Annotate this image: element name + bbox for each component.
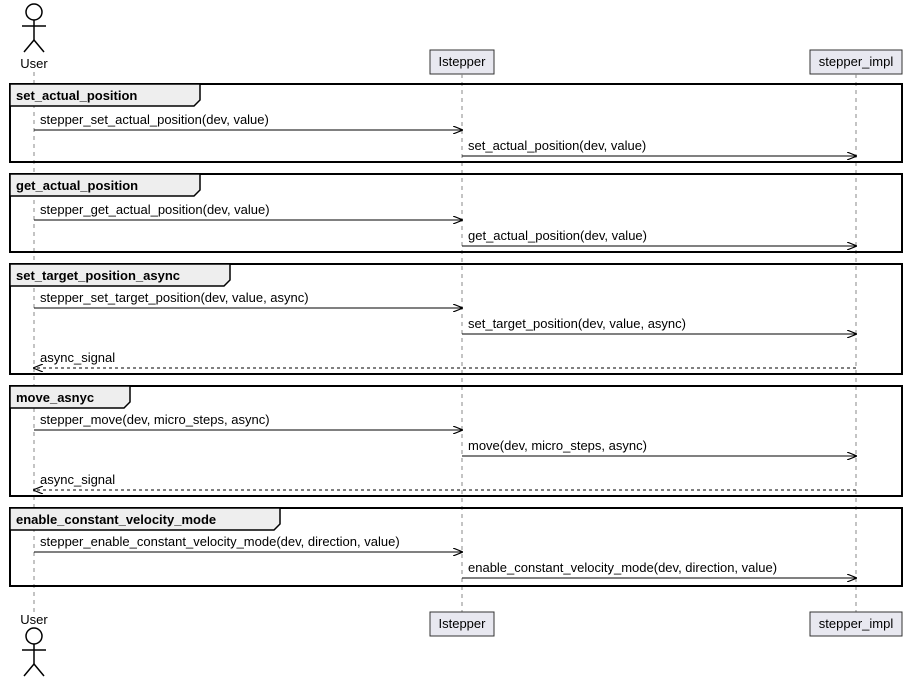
msg-label: move(dev, micro_steps, async): [468, 438, 647, 453]
svg-text:Istepper: Istepper: [439, 616, 487, 631]
msg-label: stepper_set_actual_position(dev, value): [40, 112, 269, 127]
svg-text:stepper_impl: stepper_impl: [819, 616, 894, 631]
actor-user-label-bottom: User: [20, 612, 48, 627]
frame-title-4: enable_constant_velocity_mode: [16, 512, 216, 527]
msg-label: stepper_set_target_position(dev, value, …: [40, 290, 309, 305]
frame-title-2: set_target_position_async: [16, 268, 180, 283]
msg-label: stepper_move(dev, micro_steps, async): [40, 412, 270, 427]
sequence-diagram: User Istepper stepper_impl set_actual_po…: [0, 0, 912, 686]
msg-label: async_signal: [40, 472, 115, 487]
msg-label: stepper_enable_constant_velocity_mode(de…: [40, 534, 400, 549]
msg-label: set_actual_position(dev, value): [468, 138, 646, 153]
frame-title-0: set_actual_position: [16, 88, 137, 103]
actor-user-top: User: [20, 4, 48, 71]
msg-label: get_actual_position(dev, value): [468, 228, 647, 243]
msg-label: stepper_get_actual_position(dev, value): [40, 202, 270, 217]
msg-label: enable_constant_velocity_mode(dev, direc…: [468, 560, 777, 575]
actor-user-label: User: [20, 56, 48, 71]
actor-user-bottom: [22, 628, 46, 676]
frame-move-async: [10, 386, 902, 496]
msg-label: set_target_position(dev, value, async): [468, 316, 686, 331]
frame-title-3: move_asnyc: [16, 390, 94, 405]
participant-stepper-impl-label: stepper_impl: [819, 54, 894, 69]
participant-istepper-label: Istepper: [439, 54, 487, 69]
frame-title-1: get_actual_position: [16, 178, 138, 193]
msg-label: async_signal: [40, 350, 115, 365]
